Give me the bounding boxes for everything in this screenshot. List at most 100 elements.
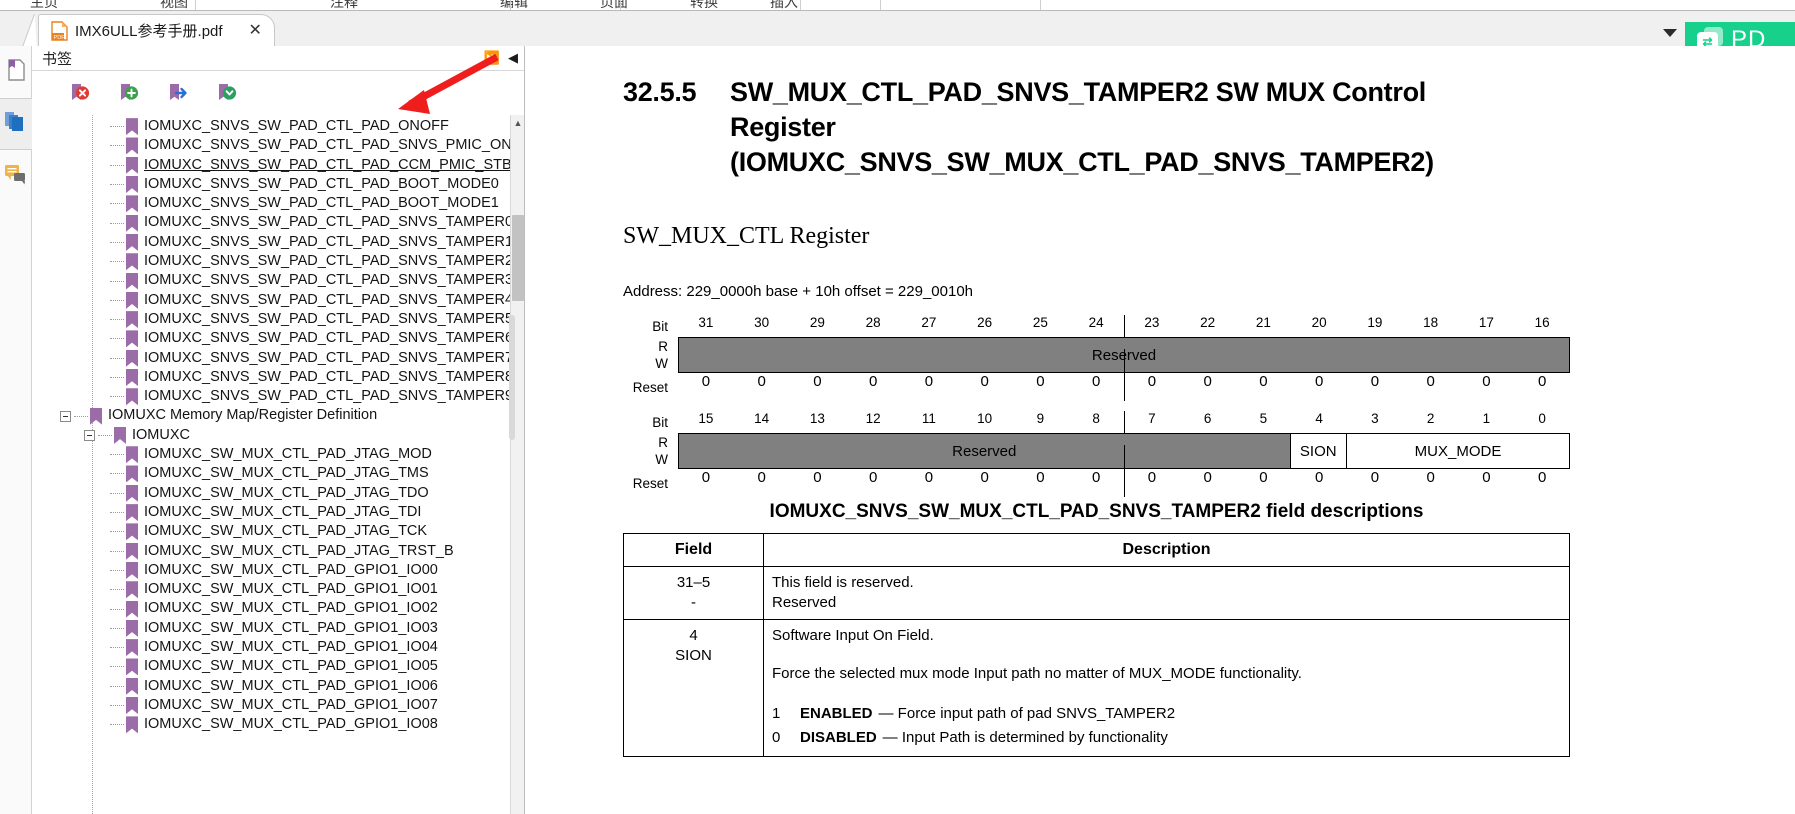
bookmark-tree-item[interactable]: IOMUXC_SW_MUX_CTL_PAD_JTAG_TDO	[32, 484, 524, 503]
bookmark-panel-button[interactable]	[0, 46, 32, 98]
delete-bookmark-icon[interactable]	[68, 82, 90, 104]
bookmark-tree-item[interactable]: IOMUXC_SNVS_SW_PAD_CTL_PAD_SNVS_TAMPER8	[32, 368, 524, 387]
bookmark-tree-item[interactable]: IOMUXC_SW_MUX_CTL_PAD_JTAG_MOD	[32, 445, 524, 464]
bookmark-item-label[interactable]: IOMUXC_SW_MUX_CTL_PAD_GPIO1_IO05	[144, 657, 438, 676]
bookmark-tree-item[interactable]: IOMUXC_SNVS_SW_PAD_CTL_PAD_SNVS_TAMPER9	[32, 387, 524, 406]
bookmark-tree-item[interactable]: IOMUXC_SW_MUX_CTL_PAD_GPIO1_IO01	[32, 580, 524, 599]
bookmark-item-label[interactable]: IOMUXC_SNVS_SW_PAD_CTL_PAD_SNVS_TAMPER1	[144, 233, 513, 252]
bookmark-item-label[interactable]: IOMUXC_SNVS_SW_PAD_CTL_PAD_SNVS_TAMPER0	[144, 213, 513, 232]
document-tab[interactable]: PDF IMX6ULL参考手册.pdf ✕	[38, 14, 275, 46]
bookmark-tree-item[interactable]: IOMUXC_SW_MUX_CTL_PAD_GPIO1_IO03	[32, 619, 524, 638]
bookmark-item-label[interactable]: IOMUXC_SW_MUX_CTL_PAD_JTAG_TDI	[144, 503, 421, 522]
bookmark-item-label[interactable]: IOMUXC_SNVS_SW_PAD_CTL_PAD_SNVS_TAMPER9	[144, 387, 513, 406]
bookmark-tree-item[interactable]: IOMUXC_SNVS_SW_PAD_CTL_PAD_SNVS_TAMPER2	[32, 252, 524, 271]
bookmark-item-label[interactable]: IOMUXC_SNVS_SW_PAD_CTL_PAD_SNVS_TAMPER7	[144, 349, 513, 368]
tree-collapse-toggle[interactable]	[84, 429, 95, 441]
bookmark-item-label[interactable]: IOMUXC_SW_MUX_CTL_PAD_GPIO1_IO03	[144, 619, 438, 638]
bookmark-tree-item[interactable]: IOMUXC_SNVS_SW_PAD_CTL_PAD_BOOT_MODE0	[32, 175, 524, 194]
bookmark-tree-item[interactable]: IOMUXC_SW_MUX_CTL_PAD_JTAG_TRST_B	[32, 542, 524, 561]
bookmark-item-label[interactable]: IOMUXC_SNVS_SW_PAD_CTL_PAD_ONOFF	[144, 117, 449, 136]
reset-half-divider	[1124, 445, 1125, 497]
read-label: R	[658, 339, 668, 354]
bookmark-tree-item[interactable]: IOMUXC_SW_MUX_CTL_PAD_GPIO1_IO04	[32, 638, 524, 657]
bookmark-tree-item[interactable]: IOMUXC_SW_MUX_CTL_PAD_JTAG_TMS	[32, 464, 524, 483]
menu-item-5[interactable]: 转换	[690, 0, 718, 9]
bookmark-icon	[126, 330, 138, 347]
document-scrollbar-thumb[interactable]	[509, 315, 515, 440]
bookmark-item-label[interactable]: IOMUXC_SW_MUX_CTL_PAD_GPIO1_IO08	[144, 715, 438, 734]
bookmark-tree-item[interactable]: IOMUXC_SNVS_SW_PAD_CTL_PAD_SNVS_TAMPER0	[32, 213, 524, 232]
bookmark-tree-item[interactable]: IOMUXC_SW_MUX_CTL_PAD_JTAG_TCK	[32, 522, 524, 541]
bookmark-tree-item[interactable]: IOMUXC_SNVS_SW_PAD_CTL_PAD_SNVS_TAMPER3	[32, 271, 524, 290]
bookmark-item-label[interactable]: IOMUXC_SNVS_SW_PAD_CTL_PAD_SNVS_TAMPER6	[144, 329, 513, 348]
bookmark-tree-item[interactable]: IOMUXC_SW_MUX_CTL_PAD_GPIO1_IO06	[32, 677, 524, 696]
comment-panel-button[interactable]	[0, 150, 32, 202]
bookmark-tree-item[interactable]: IOMUXC_SNVS_SW_PAD_CTL_PAD_SNVS_TAMPER7	[32, 349, 524, 368]
bookmark-panel-scrollbar[interactable]: ▲	[510, 115, 524, 814]
tree-collapse-toggle[interactable]	[60, 410, 71, 422]
bookmark-tree-item[interactable]: IOMUXC	[32, 426, 524, 445]
bookmark-item-label[interactable]: IOMUXC_SNVS_SW_PAD_CTL_PAD_SNVS_TAMPER2	[144, 252, 513, 271]
tree-connector	[110, 222, 124, 224]
bookmark-item-label[interactable]: IOMUXC_SNVS_SW_PAD_CTL_PAD_SNVS_TAMPER8	[144, 368, 513, 387]
close-icon[interactable]: ✕	[245, 22, 266, 39]
bookmark-item-label[interactable]: IOMUXC_SW_MUX_CTL_PAD_GPIO1_IO07	[144, 696, 438, 715]
chevron-down-icon[interactable]	[1663, 29, 1677, 37]
bookmark-item-label[interactable]: IOMUXC_SW_MUX_CTL_PAD_JTAG_MOD	[144, 445, 432, 464]
reset-value: 0	[1314, 469, 1324, 486]
bookmark-options-icon[interactable]	[215, 82, 237, 104]
menu-item-4[interactable]: 页面	[600, 0, 628, 9]
bookmark-item-label[interactable]: IOMUXC_SNVS_SW_PAD_CTL_PAD_SNVS_TAMPER4	[144, 291, 513, 310]
bookmark-item-label[interactable]: IOMUXC_SW_MUX_CTL_PAD_JTAG_TDO	[144, 484, 429, 503]
goto-bookmark-icon[interactable]	[166, 82, 188, 104]
bookmark-item-label[interactable]: IOMUXC_SNVS_SW_PAD_CTL_PAD_CCM_PMIC_STBY…	[144, 156, 524, 175]
bookmark-icon	[126, 176, 138, 193]
bookmark-item-label[interactable]: IOMUXC_SW_MUX_CTL_PAD_JTAG_TMS	[144, 464, 429, 483]
bookmark-tree-item[interactable]: IOMUXC_SW_MUX_CTL_PAD_GPIO1_IO08	[32, 715, 524, 734]
bookmark-item-label[interactable]: IOMUXC_SW_MUX_CTL_PAD_GPIO1_IO04	[144, 638, 438, 657]
option-value: 0	[772, 729, 781, 746]
bookmark-tree-item[interactable]: IOMUXC_SW_MUX_CTL_PAD_GPIO1_IO07	[32, 696, 524, 715]
menu-item-3[interactable]: 编辑	[500, 0, 528, 9]
bookmark-item-label[interactable]: IOMUXC_SNVS_SW_PAD_CTL_PAD_SNVS_TAMPER5	[144, 310, 513, 329]
menu-item-0[interactable]: 主页	[30, 0, 58, 9]
bookmark-item-label[interactable]: IOMUXC_SW_MUX_CTL_PAD_GPIO1_IO06	[144, 677, 438, 696]
thumbnail-panel-button[interactable]	[0, 98, 32, 150]
menu-item-6[interactable]: 插入	[770, 0, 798, 9]
bookmark-tree-item[interactable]: IOMUXC_SNVS_SW_PAD_CTL_PAD_BOOT_MODE1	[32, 194, 524, 213]
scroll-up-arrow[interactable]: ▲	[511, 115, 525, 130]
bookmark-tree-item[interactable]: IOMUXC_SW_MUX_CTL_PAD_GPIO1_IO02	[32, 599, 524, 618]
bookmark-item-label[interactable]: IOMUXC_SW_MUX_CTL_PAD_GPIO1_IO01	[144, 580, 438, 599]
expand-panel-icon[interactable]: ⏩	[484, 50, 500, 66]
add-bookmark-icon[interactable]	[117, 82, 139, 104]
bookmark-item-label[interactable]: IOMUXC_SNVS_SW_PAD_CTL_PAD_SNVS_PMIC_ON_…	[144, 136, 524, 155]
menu-item-1[interactable]: 视图	[160, 0, 188, 9]
bookmark-tree-item[interactable]: IOMUXC_SNVS_SW_PAD_CTL_PAD_SNVS_PMIC_ON_…	[32, 136, 524, 155]
bookmark-item-label[interactable]: IOMUXC_SW_MUX_CTL_PAD_GPIO1_IO02	[144, 599, 438, 618]
menu-item-2[interactable]: 注释	[330, 0, 358, 9]
scrollbar-thumb[interactable]	[512, 215, 524, 301]
bookmark-tree-item[interactable]: IOMUXC_SNVS_SW_PAD_CTL_PAD_SNVS_TAMPER4	[32, 291, 524, 310]
bookmark-item-label[interactable]: IOMUXC Memory Map/Register Definition	[108, 406, 377, 425]
bookmark-tree-item[interactable]: IOMUXC_SNVS_SW_PAD_CTL_PAD_SNVS_TAMPER1	[32, 233, 524, 252]
bookmark-tree-item[interactable]: IOMUXC_SW_MUX_CTL_PAD_JTAG_TDI	[32, 503, 524, 522]
bookmark-tree-item[interactable]: IOMUXC_SNVS_SW_PAD_CTL_PAD_SNVS_TAMPER5	[32, 310, 524, 329]
collapse-panel-icon[interactable]: ◀	[508, 50, 518, 66]
bookmark-item-label[interactable]: IOMUXC_SW_MUX_CTL_PAD_JTAG_TRST_B	[144, 542, 454, 561]
bookmark-item-label[interactable]: IOMUXC_SNVS_SW_PAD_CTL_PAD_SNVS_TAMPER3	[144, 271, 513, 290]
bookmark-item-label[interactable]: IOMUXC_SW_MUX_CTL_PAD_JTAG_TCK	[144, 522, 427, 541]
bookmark-icon	[114, 427, 126, 444]
tree-connector	[110, 126, 124, 128]
bookmark-tree-item[interactable]: IOMUXC_SW_MUX_CTL_PAD_GPIO1_IO05	[32, 657, 524, 676]
bookmark-tree-item[interactable]: IOMUXC_SNVS_SW_PAD_CTL_PAD_CCM_PMIC_STBY…	[32, 156, 524, 175]
tree-connector	[110, 203, 124, 205]
bookmark-item-label[interactable]: IOMUXC	[132, 426, 190, 445]
bookmark-item-label[interactable]: IOMUXC_SW_MUX_CTL_PAD_GPIO1_IO00	[144, 561, 438, 580]
bookmark-tree-item[interactable]: IOMUXC_SW_MUX_CTL_PAD_GPIO1_IO00	[32, 561, 524, 580]
bookmark-tree-item[interactable]: IOMUXC_SNVS_SW_PAD_CTL_PAD_ONOFF	[32, 117, 524, 136]
bookmark-tree-item[interactable]: IOMUXC Memory Map/Register Definition	[32, 406, 524, 425]
bookmark-item-label[interactable]: IOMUXC_SNVS_SW_PAD_CTL_PAD_BOOT_MODE0	[144, 175, 499, 194]
bookmark-icon	[126, 465, 138, 482]
bookmark-tree-item[interactable]: IOMUXC_SNVS_SW_PAD_CTL_PAD_SNVS_TAMPER6	[32, 329, 524, 348]
bookmark-item-label[interactable]: IOMUXC_SNVS_SW_PAD_CTL_PAD_BOOT_MODE1	[144, 194, 499, 213]
